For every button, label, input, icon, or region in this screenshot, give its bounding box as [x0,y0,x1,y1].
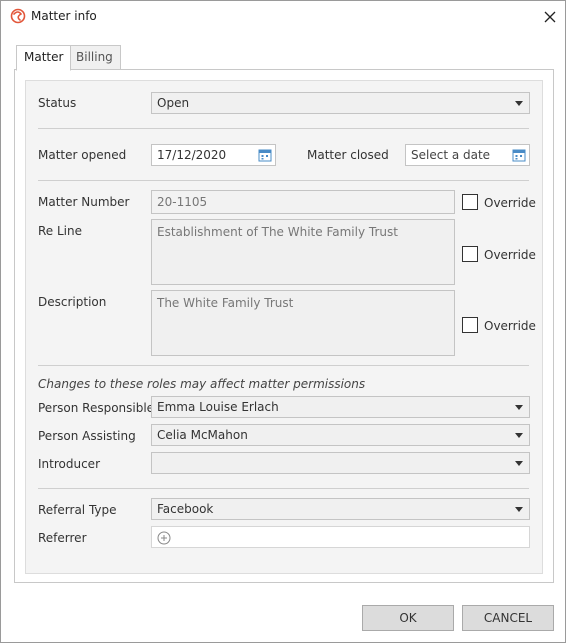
introducer-dropdown[interactable] [151,452,530,474]
calendar-icon[interactable] [512,148,526,162]
introducer-label: Introducer [38,457,100,471]
description-override-checkbox[interactable] [462,317,478,333]
person-assisting-value: Celia McMahon [157,428,248,442]
matter-number-label: Matter Number [38,195,130,209]
matter-opened-label: Matter opened [38,148,127,162]
person-responsible-dropdown[interactable]: Emma Louise Erlach [151,396,530,418]
re-line-override-checkbox[interactable] [462,246,478,262]
referrer-label: Referrer [38,531,87,545]
referral-type-dropdown[interactable]: Facebook [151,498,530,520]
matter-closed-placeholder: Select a date [411,148,491,162]
title-bar: Matter info [1,1,565,33]
matter-info-dialog: Matter info Matter Billing Status Open M… [0,0,566,643]
person-responsible-value: Emma Louise Erlach [157,400,279,414]
description-label: Description [38,295,107,309]
chevron-down-icon [515,507,523,512]
override-label: Override [484,248,536,262]
referral-type-value: Facebook [157,502,214,516]
add-circle-icon[interactable] [157,531,171,545]
referral-type-label: Referral Type [38,503,117,517]
calendar-icon[interactable] [258,148,272,162]
status-value: Open [157,96,190,110]
matter-closed-label: Matter closed [307,148,389,162]
chevron-down-icon [515,405,523,410]
tab-billing[interactable]: Billing [68,45,121,70]
status-label: Status [38,96,77,110]
app-logo-icon [10,8,26,24]
person-assisting-dropdown[interactable]: Celia McMahon [151,424,530,446]
referrer-field[interactable] [151,526,530,548]
divider [38,488,529,489]
close-icon [544,11,556,23]
matter-opened-date-field[interactable]: 17/12/2020 [151,144,276,166]
chevron-down-icon [515,461,523,466]
chevron-down-icon [515,101,523,106]
tab-matter[interactable]: Matter [16,45,72,71]
chevron-down-icon [515,433,523,438]
close-button[interactable] [538,5,562,29]
re-line-textarea[interactable]: Establishment of The White Family Trust [151,219,455,285]
override-label: Override [484,196,536,210]
status-dropdown[interactable]: Open [151,92,530,114]
matter-number-field[interactable]: 20-1105 [151,190,455,214]
matter-closed-date-field[interactable]: Select a date [405,144,530,166]
divider [38,128,529,129]
person-assisting-label: Person Assisting [38,429,136,443]
divider [38,365,529,366]
description-textarea[interactable]: The White Family Trust [151,290,455,356]
roles-note: Changes to these roles may affect matter… [38,377,366,391]
matter-number-override-checkbox[interactable] [462,194,478,210]
window-title: Matter info [31,9,97,23]
re-line-label: Re Line [38,224,83,238]
cancel-button[interactable]: CANCEL [462,605,554,631]
ok-button[interactable]: OK [362,605,454,631]
person-responsible-label: Person Responsible [38,401,155,415]
divider [38,180,529,181]
matter-opened-value: 17/12/2020 [157,148,227,162]
override-label: Override [484,319,536,333]
